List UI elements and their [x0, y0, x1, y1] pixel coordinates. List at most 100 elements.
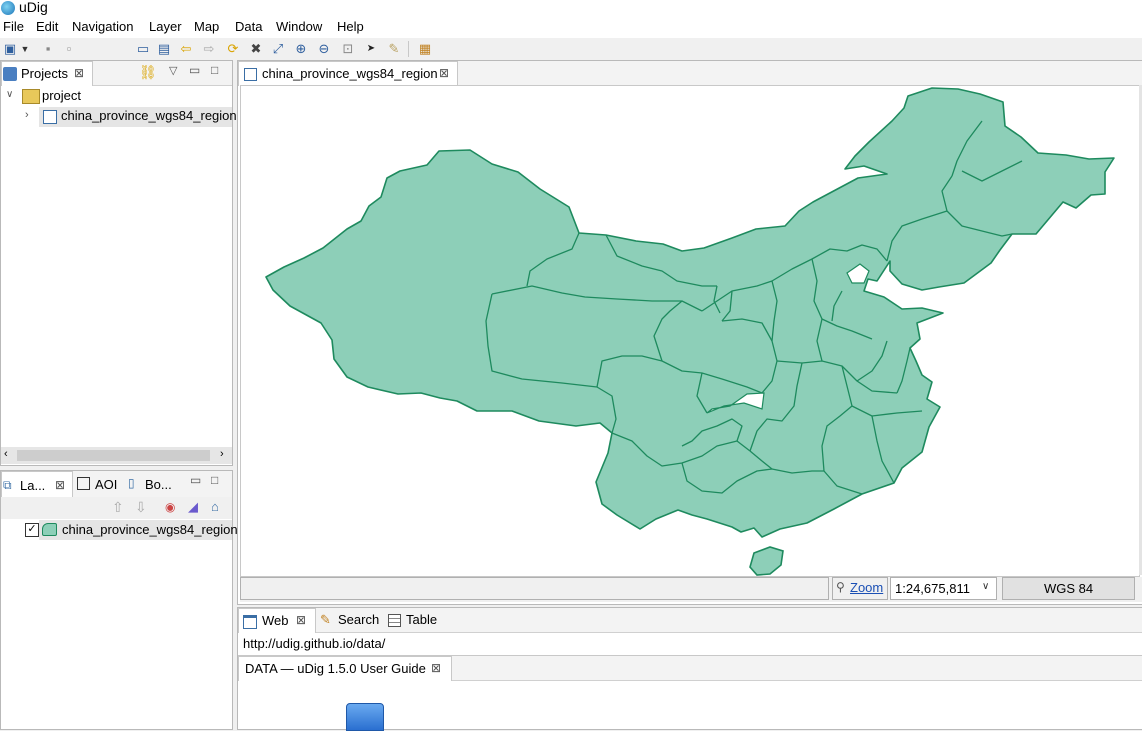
map-status-bar: ⚲ Zoom 1:24,675,811 ∨ WGS 84	[240, 577, 1142, 602]
forward-arrow-icon[interactable]: ⇨	[201, 41, 217, 57]
layer-properties-icon[interactable]: ⌂	[211, 499, 219, 514]
close-icon[interactable]: ⊠	[74, 66, 84, 80]
project-folder-icon	[22, 89, 40, 104]
edit-style-icon[interactable]: ◢	[188, 499, 198, 515]
tab-map-label: china_province_wgs84_region	[262, 66, 438, 81]
layer-visibility-checkbox[interactable]: ✓	[25, 523, 39, 537]
app-icon	[1, 1, 15, 15]
layers-edit-icon[interactable]: ▤	[156, 41, 172, 57]
zoom-extent-icon[interactable]: ⤢	[270, 41, 286, 57]
zoom-selection-icon[interactable]: ⊡	[340, 41, 356, 57]
tools-icon[interactable]: ✖	[248, 41, 264, 57]
monitor-icon[interactable]: ▭	[135, 41, 151, 57]
china-province-map[interactable]	[241, 86, 1139, 576]
scroll-right-icon[interactable]: ›	[220, 448, 224, 460]
maximize-icon[interactable]: □	[211, 63, 218, 77]
tree-map-label: china_province_wgs84_region	[61, 108, 237, 123]
layers-icon: ⧉	[3, 478, 12, 492]
tab-table[interactable]: Table	[406, 612, 437, 627]
chevron-down-icon[interactable]: ▼	[20, 41, 30, 57]
save-all-icon[interactable]: ▫	[61, 41, 77, 57]
crs-button[interactable]: WGS 84	[1002, 577, 1135, 600]
close-icon[interactable]: ⊠	[296, 613, 306, 627]
crs-label: WGS 84	[1043, 581, 1094, 596]
china-outline	[265, 87, 1115, 538]
collapse-chevron-icon[interactable]: ›	[25, 109, 29, 121]
hainan-island	[749, 546, 784, 576]
map-canvas[interactable]	[240, 85, 1140, 577]
tab-web[interactable]: Web ⊠	[238, 608, 316, 633]
url-bar[interactable]: http://udig.github.io/data/	[238, 633, 1142, 656]
guide-logo-icon	[346, 703, 384, 731]
aoi-icon	[77, 477, 90, 490]
refresh-icon[interactable]: ⟳	[225, 41, 241, 57]
next-icon[interactable]: ➤	[363, 41, 379, 57]
menu-layer[interactable]: Layer	[149, 19, 182, 34]
doc-content	[238, 681, 1142, 731]
scale-value: 1:24,675,811	[895, 581, 970, 596]
properties-icon[interactable]: ▦	[417, 41, 433, 57]
scale-combo[interactable]: 1:24,675,811 ∨	[890, 577, 997, 600]
tab-doc-label: DATA — uDig 1.5.0 User Guide	[245, 661, 426, 676]
minimize-icon[interactable]: ▭	[189, 63, 200, 77]
tree-project-label[interactable]: project	[42, 88, 81, 103]
layers-toolbar: ⇧ ⇩ ◉ ◢ ⌂	[1, 497, 232, 519]
scroll-left-icon[interactable]: ‹	[4, 448, 8, 460]
link-icon[interactable]: ⛓	[139, 64, 157, 81]
projects-tabstrip: Projects ⊠ ⛓ ▽ ▭ □	[1, 61, 232, 86]
view-menu-icon[interactable]: ▽	[169, 64, 177, 77]
menu-window[interactable]: Window	[276, 19, 322, 34]
zoom-control[interactable]: ⚲ Zoom	[832, 577, 888, 600]
menu-file[interactable]: File	[3, 19, 24, 34]
chevron-down-icon[interactable]: ∨	[982, 581, 989, 592]
save-icon[interactable]: ▪	[40, 41, 56, 57]
url-text[interactable]: http://udig.github.io/data/	[243, 636, 385, 651]
maximize-icon[interactable]: □	[211, 473, 218, 487]
bookmarks-icon: ▯	[128, 476, 135, 490]
tab-doc[interactable]: DATA — uDig 1.5.0 User Guide ⊠	[238, 656, 452, 681]
scrollbar-thumb[interactable]	[17, 450, 210, 461]
close-icon[interactable]: ⊠	[439, 66, 449, 80]
horizontal-scrollbar[interactable]: ‹ ›	[1, 447, 232, 464]
style-palette-icon[interactable]: ◉	[165, 500, 175, 514]
doc-tabstrip: DATA — uDig 1.5.0 User Guide ⊠	[238, 656, 1142, 681]
tab-bookmarks[interactable]: Bo...	[145, 477, 172, 492]
tab-projects-label: Projects	[21, 66, 68, 81]
tab-map[interactable]: china_province_wgs84_region ⊠	[238, 61, 458, 86]
menu-data[interactable]: Data	[235, 19, 262, 34]
map-icon	[244, 68, 257, 81]
expand-chevron-icon[interactable]: ∨	[6, 89, 13, 100]
back-arrow-icon[interactable]: ⇦	[178, 41, 194, 57]
move-down-icon[interactable]: ⇩	[135, 499, 147, 516]
move-up-icon[interactable]: ⇧	[112, 499, 124, 516]
menu-help[interactable]: Help	[337, 19, 364, 34]
menu-bar: File Edit Navigation Layer Map Data Wind…	[0, 16, 1142, 38]
tab-projects[interactable]: Projects ⊠	[1, 61, 93, 86]
zoom-link[interactable]: Zoom	[850, 580, 883, 595]
tree-map-row[interactable]: china_province_wgs84_region	[39, 107, 237, 127]
polygon-layer-icon	[42, 523, 57, 536]
layer-label: china_province_wgs84_region	[62, 522, 238, 537]
tab-aoi[interactable]: AOI	[95, 477, 117, 492]
zoom-out-icon[interactable]: ⊖	[316, 41, 332, 57]
new-icon[interactable]: ▣	[2, 41, 18, 57]
search-icon: ⚲	[836, 580, 845, 594]
projects-panel: Projects ⊠ ⛓ ▽ ▭ □ ∨ project › china_pro…	[0, 60, 237, 466]
zoom-in-icon[interactable]: ⊕	[293, 41, 309, 57]
close-icon[interactable]: ⊠	[431, 661, 441, 675]
tab-search[interactable]: Search	[338, 612, 379, 627]
bottom-tabstrip: Web ⊠ ✎ Search Table	[238, 608, 1142, 633]
tab-layers[interactable]: ⧉ La... ⊠	[1, 471, 73, 498]
menu-navigation[interactable]: Navigation	[72, 19, 133, 34]
close-icon[interactable]: ⊠	[55, 478, 65, 492]
main-toolbar: ▣ ▼ ▪ ▫ ▭ ▤ ⇦ ⇨ ⟳ ✖ ⤢ ⊕ ⊖ ⊡ ➤ ✎ ▦	[0, 38, 1142, 60]
menu-map[interactable]: Map	[194, 19, 219, 34]
tab-layers-label: La...	[20, 478, 46, 493]
projects-icon	[3, 67, 17, 81]
menu-edit[interactable]: Edit	[36, 19, 58, 34]
map-editor: china_province_wgs84_region ⊠ ⚲ Zoom 1:2…	[237, 60, 1142, 605]
minimize-icon[interactable]: ▭	[190, 473, 201, 487]
browser-icon	[243, 615, 257, 629]
table-icon	[388, 614, 401, 627]
edit-pencil-icon[interactable]: ✎	[386, 41, 402, 57]
